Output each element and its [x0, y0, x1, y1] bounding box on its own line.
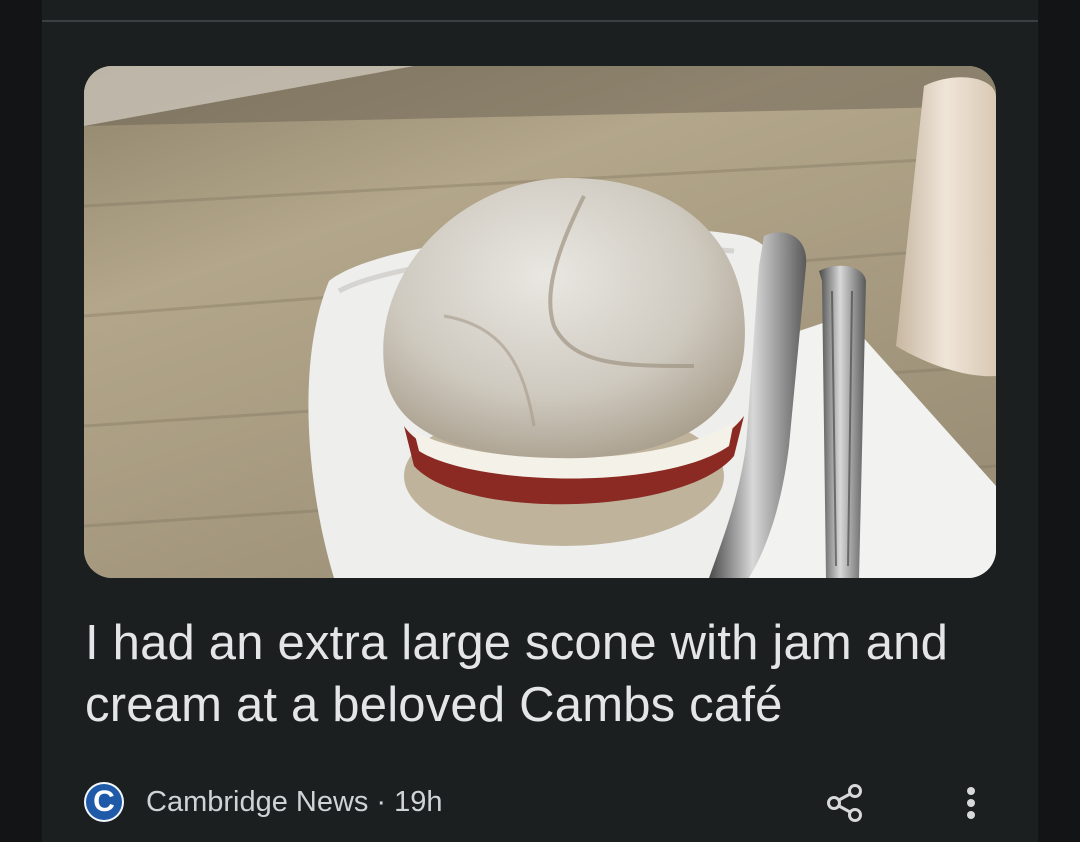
source-logo: C [84, 782, 124, 822]
article-meta: C Cambridge News · 19h [84, 780, 442, 824]
article-image[interactable] [84, 66, 996, 578]
card-divider [42, 20, 1038, 22]
meta-separator: · [376, 785, 387, 818]
share-icon [827, 784, 862, 822]
more-options-button[interactable] [948, 780, 994, 826]
share-button[interactable] [822, 780, 868, 826]
source-name: Cambridge News [146, 785, 369, 818]
article-card[interactable]: I had an extra large scone with jam and … [42, 0, 1038, 842]
article-age: 19h [394, 785, 443, 818]
news-feed: I had an extra large scone with jam and … [0, 0, 1080, 842]
more-vertical-icon [967, 787, 975, 819]
article-headline[interactable]: I had an extra large scone with jam and … [85, 612, 965, 736]
